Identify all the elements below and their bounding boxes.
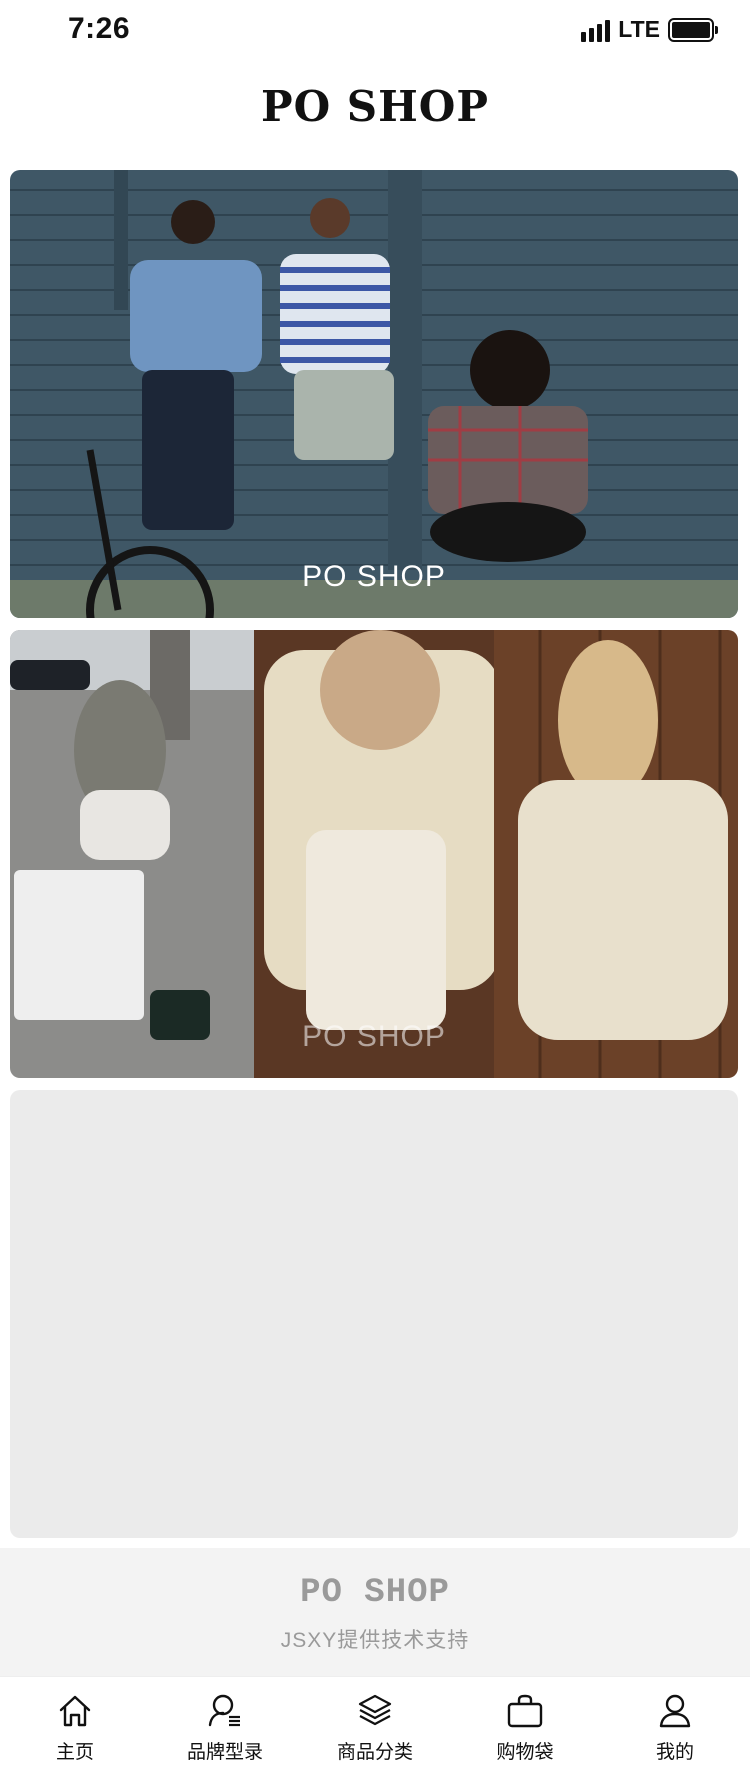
tab-shopping-bag-label: 购物袋 [496, 1742, 554, 1763]
tab-profile[interactable]: 我的 [600, 1677, 750, 1778]
home-icon [59, 1695, 91, 1727]
tab-shopping-bag[interactable]: 购物袋 [450, 1677, 600, 1778]
tab-home-label: 主页 [55, 1742, 94, 1763]
signal-icon [581, 18, 611, 42]
tab-brand-catalog-label: 品牌型录 [186, 1742, 263, 1763]
footer-info: PO SHOP JSXY提供技术支持 [0, 1548, 750, 1676]
tab-home[interactable]: 主页 [0, 1677, 150, 1778]
tab-profile-label: 我的 [655, 1742, 694, 1763]
status-indicators: LTE [581, 16, 718, 43]
banner-caption-2: PO SHOP [302, 1020, 446, 1053]
network-type: LTE [618, 16, 660, 42]
footer-brand: PO SHOP [300, 1574, 450, 1612]
tab-categories-label: 商品分类 [336, 1742, 413, 1763]
tab-brand-catalog[interactable]: 品牌型录 [150, 1677, 300, 1778]
banner-caption-1: PO SHOP [302, 560, 446, 593]
shopping-bag-icon [507, 1694, 543, 1728]
banner-image-2[interactable]: PO SHOP [10, 630, 738, 1078]
page-title: PO SHOP [261, 82, 489, 131]
banner-photo-1 [10, 170, 738, 618]
status-time: 7:26 [68, 12, 131, 45]
banner-photo-2 [10, 630, 738, 1078]
status-bar: 7:26 LTE [0, 0, 750, 60]
footer-credit: JSXY提供技术支持 [280, 1629, 470, 1652]
tab-categories[interactable]: 商品分类 [300, 1677, 450, 1778]
bottom-tab-bar: 主页 品牌型录 商品分类 购物袋 我的 [0, 1676, 750, 1778]
layers-icon [358, 1694, 392, 1726]
user-icon [659, 1694, 691, 1728]
brand-catalog-icon [208, 1694, 240, 1727]
banner-placeholder[interactable] [10, 1090, 738, 1538]
banner-image-1[interactable]: PO SHOP [10, 170, 738, 618]
battery-icon [668, 17, 718, 42]
